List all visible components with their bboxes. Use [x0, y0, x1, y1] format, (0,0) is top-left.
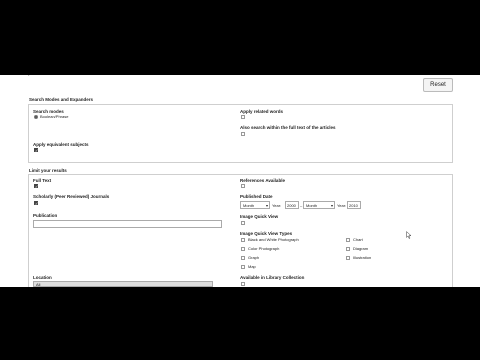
limit-results-section-title: Limit your results — [29, 168, 67, 173]
published-date-month-to-select[interactable]: Month — [303, 201, 335, 209]
publication-input[interactable] — [33, 220, 222, 228]
full-text-checkbox[interactable] — [34, 184, 38, 189]
location-value: All — [36, 282, 41, 287]
full-text-label: Full Text — [33, 178, 52, 183]
apply-equivalent-subjects-label: Apply equivalent subjects — [33, 142, 89, 147]
type-chart-label: Chart — [353, 237, 363, 242]
type-illustration-label: Illustration — [353, 255, 372, 260]
scholarly-checkbox[interactable] — [34, 201, 38, 206]
type-diagram-checkbox[interactable] — [346, 247, 350, 251]
references-available-label: References Available — [240, 178, 285, 183]
available-in-library-label: Available in Library Collection — [240, 275, 305, 280]
image-quick-view-types-label: Image Quick View Types — [240, 231, 293, 236]
page-top-fragment: • — [28, 75, 29, 77]
apply-related-words-checkbox[interactable] — [241, 115, 245, 119]
date-range-dash: – — [300, 203, 303, 208]
also-search-full-text-checkbox[interactable] — [241, 132, 245, 136]
location-label: Location — [33, 275, 52, 280]
references-available-checkbox[interactable] — [241, 184, 245, 188]
published-date-month-from-select[interactable]: Month — [240, 201, 270, 209]
year-from-label: Year: — [272, 203, 282, 208]
available-in-library-checkbox[interactable] — [241, 282, 245, 286]
type-bw-photo-checkbox[interactable] — [241, 238, 245, 242]
type-color-photo-checkbox[interactable] — [241, 247, 245, 251]
publication-label: Publication — [33, 213, 58, 218]
published-date-year-to-input[interactable]: 2010 — [347, 201, 361, 209]
page-content: • Reset Search Modes and Expanders Searc… — [0, 75, 480, 287]
type-diagram-label: Diagram — [353, 246, 369, 251]
type-graph-checkbox[interactable] — [241, 256, 245, 260]
scholarly-label: Scholarly (Peer Reviewed) Journals — [33, 194, 110, 199]
published-date-year-from-input[interactable]: 2000 — [285, 201, 299, 209]
year-to-label: Year: — [337, 203, 347, 208]
type-bw-photo-label: Black and White Photograph — [248, 237, 299, 242]
reset-button[interactable]: Reset — [423, 78, 453, 92]
location-select[interactable]: All — [33, 281, 213, 287]
type-illustration-checkbox[interactable] — [346, 256, 350, 260]
apply-related-words-label: Apply related words — [240, 109, 284, 114]
search-modes-section-title: Search Modes and Expanders — [29, 97, 94, 102]
image-quick-view-label: Image Quick View — [240, 214, 279, 219]
type-map-label: Map — [248, 264, 256, 269]
boolean-phrase-label: Boolean/Phrase — [40, 114, 69, 119]
type-graph-label: Graph — [248, 255, 260, 260]
published-date-label: Published Date — [240, 194, 273, 199]
also-search-full-text-label: Also search within the full text of the … — [240, 125, 336, 130]
boolean-phrase-radio[interactable] — [34, 115, 38, 119]
image-quick-view-checkbox[interactable] — [241, 221, 245, 225]
apply-equivalent-subjects-checkbox[interactable] — [34, 148, 38, 153]
mouse-pointer-icon — [406, 231, 412, 239]
type-chart-checkbox[interactable] — [346, 238, 350, 242]
type-color-photo-label: Color Photograph — [248, 246, 280, 251]
type-map-checkbox[interactable] — [241, 265, 245, 269]
